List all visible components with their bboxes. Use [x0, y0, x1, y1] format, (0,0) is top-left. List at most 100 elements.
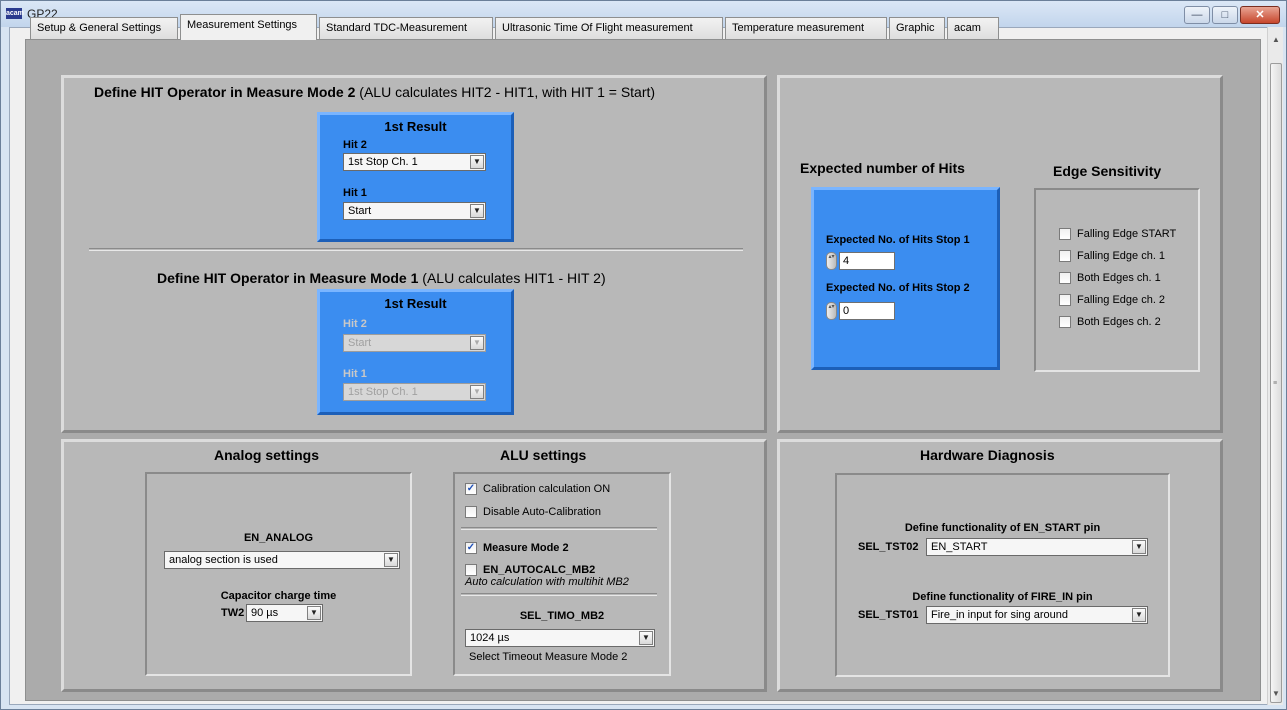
alu-heading: ALU settings [500, 447, 587, 463]
chevron-down-icon[interactable]: ▼ [639, 631, 653, 645]
checkbox-icon[interactable] [1059, 316, 1071, 328]
mode1-hit2-select: Start ▼ [343, 334, 486, 352]
analog-alu-panel: Analog settings EN_ANALOG analog section… [61, 439, 767, 692]
chevron-down-icon: ▼ [470, 336, 484, 350]
stop2-label: Expected No. of Hits Stop 2 [826, 282, 970, 294]
mode2-result-title: 1st Result [384, 119, 447, 134]
checkbox-icon[interactable] [1059, 294, 1071, 306]
mode1-heading-bold: Define HIT Operator in Measure Mode 1 [157, 270, 419, 286]
measurement-settings-page: Define HIT Operator in Measure Mode 2 (A… [25, 39, 1261, 701]
stop1-value[interactable]: 4 [839, 252, 895, 270]
mode2-hit2-label: Hit 2 [343, 139, 367, 151]
sel-timo-value: 1024 µs [470, 632, 510, 644]
chevron-down-icon[interactable]: ▼ [470, 155, 484, 169]
checkbox-checked-icon[interactable]: ✓ [465, 483, 477, 495]
tw2-value: 90 µs [251, 607, 279, 619]
tw2-label: TW2 [221, 607, 245, 619]
mode2-heading: Define HIT Operator in Measure Mode 2 (A… [94, 84, 655, 100]
en-autocalc-label: EN_AUTOCALC_MB2 [483, 564, 596, 576]
tab-standard-tdc[interactable]: Standard TDC-Measurement [319, 17, 493, 39]
tab-acam[interactable]: acam [947, 17, 999, 39]
mode2-hit2-select[interactable]: 1st Stop Ch. 1 ▼ [343, 153, 486, 171]
sel-timo-select[interactable]: 1024 µs ▼ [465, 629, 655, 647]
fire-in-title: Define functionality of FIRE_IN pin [912, 591, 1093, 603]
mode1-hit1-label: Hit 1 [343, 368, 367, 380]
chevron-down-icon[interactable]: ▼ [470, 204, 484, 218]
en-start-title: Define functionality of EN_START pin [904, 522, 1101, 534]
falling-edge-start-label: Falling Edge START [1077, 228, 1177, 240]
hardware-diagnosis-heading: Hardware Diagnosis [920, 447, 1055, 463]
chevron-down-icon[interactable]: ▼ [1132, 540, 1146, 554]
sel-tst01-select[interactable]: Fire_in input for sing around ▼ [926, 606, 1148, 624]
tab-ultrasonic-tof[interactable]: Ultrasonic Time Of Flight measurement [495, 17, 723, 39]
sel-tst02-select[interactable]: EN_START ▼ [926, 538, 1148, 556]
tab-measurement-settings[interactable]: Measurement Settings [180, 14, 317, 40]
tab-temperature[interactable]: Temperature measurement [725, 17, 887, 39]
calibration-calc-label: Calibration calculation ON [483, 483, 611, 495]
edge-sensitivity-heading: Edge Sensitivity [1053, 163, 1162, 179]
hardware-diagnosis-panel: Hardware Diagnosis Define functionality … [777, 439, 1223, 692]
tab-setup-general[interactable]: Setup & General Settings [30, 17, 178, 39]
sel-tst01-value: Fire_in input for sing around [931, 609, 1068, 621]
analog-heading: Analog settings [214, 447, 320, 463]
checkbox-icon[interactable] [465, 564, 477, 576]
scroll-down-icon[interactable]: ▼ [1272, 689, 1280, 698]
hit-operator-panel: Define HIT Operator in Measure Mode 2 (A… [61, 75, 767, 433]
alu-divider [461, 527, 657, 530]
checkbox-icon[interactable] [465, 506, 477, 518]
capacitor-charge-label: Capacitor charge time [220, 590, 337, 602]
expected-hits-heading: Expected number of Hits [800, 160, 965, 176]
en-analog-label: EN_ANALOG [243, 532, 314, 544]
mode1-hit2-value: Start [348, 337, 372, 349]
checkbox-checked-icon[interactable]: ✓ [465, 542, 477, 554]
spinner-icon[interactable]: ▴▾ [826, 302, 837, 320]
measure-mode2-label: Measure Mode 2 [483, 542, 569, 554]
autocalc-description: Auto calculation with multihit MB2 [465, 576, 629, 588]
checkbox-icon[interactable] [1059, 250, 1071, 262]
mode2-hit1-value: Start [348, 205, 372, 217]
hits-edge-panel: Expected number of Hits Expected No. of … [777, 75, 1223, 433]
chevron-down-icon[interactable]: ▼ [1132, 608, 1146, 622]
sel-timo-description: Select Timeout Measure Mode 2 [469, 651, 628, 663]
vertical-scrollbar[interactable]: ▲ ≡ ▼ [1267, 27, 1283, 705]
stop2-value[interactable]: 0 [839, 302, 895, 320]
expected-hits-box: Expected No. of Hits Stop 1 ▴▾ 4 Expecte… [811, 187, 1000, 370]
tw2-select[interactable]: 90 µs ▼ [246, 604, 323, 622]
chevron-down-icon[interactable]: ▼ [307, 606, 321, 620]
mode2-hit2-value: 1st Stop Ch. 1 [348, 156, 418, 168]
edge-sensitivity-box: Falling Edge START Falling Edge ch. 1 Bo… [1034, 188, 1200, 372]
checkbox-icon[interactable] [1059, 228, 1071, 240]
mode2-heading-desc: (ALU calculates HIT2 - HIT1, with HIT 1 … [359, 84, 656, 100]
minimize-button[interactable]: — [1184, 6, 1210, 24]
mode2-hit1-select[interactable]: Start ▼ [343, 202, 486, 220]
chevron-down-icon[interactable]: ▼ [384, 553, 398, 567]
chevron-down-icon: ▼ [470, 385, 484, 399]
checkbox-icon[interactable] [1059, 272, 1071, 284]
alu-divider [461, 593, 657, 596]
both-edges-ch2-label: Both Edges ch. 2 [1077, 316, 1161, 328]
tab-graphic[interactable]: Graphic [889, 17, 945, 39]
mode2-result-box: 1st Result Hit 2 1st Stop Ch. 1 ▼ Hit 1 … [317, 112, 514, 242]
close-button[interactable]: ✕ [1240, 6, 1280, 24]
grip-icon: ≡ [1273, 380, 1278, 387]
falling-edge-ch1-label: Falling Edge ch. 1 [1077, 250, 1166, 262]
mode2-heading-bold: Define HIT Operator in Measure Mode 2 [94, 84, 356, 100]
en-analog-select[interactable]: analog section is used ▼ [164, 551, 400, 569]
both-edges-ch1-label: Both Edges ch. 1 [1077, 272, 1161, 284]
mode1-result-box: 1st Result Hit 2 Start ▼ Hit 1 1st Stop … [317, 289, 514, 415]
falling-edge-ch2-label: Falling Edge ch. 2 [1077, 294, 1166, 306]
alu-settings-box: ✓ Calibration calculation ON Disable Aut… [453, 472, 671, 676]
stop1-label: Expected No. of Hits Stop 1 [826, 234, 970, 246]
sel-tst02-label: SEL_TST02 [858, 541, 919, 553]
sel-tst01-label: SEL_TST01 [858, 609, 919, 621]
app-window: acam GP22 — □ ✕ Setup & General Settings… [0, 0, 1287, 710]
en-analog-value: analog section is used [169, 554, 278, 566]
spinner-icon[interactable]: ▴▾ [826, 252, 837, 270]
maximize-button[interactable]: □ [1212, 6, 1238, 24]
mode1-result-title: 1st Result [384, 296, 447, 311]
scrollbar-thumb[interactable]: ≡ [1270, 63, 1282, 703]
disable-autocal-label: Disable Auto-Calibration [483, 506, 602, 518]
scroll-up-icon[interactable]: ▲ [1272, 35, 1280, 44]
hardware-diagnosis-box: Define functionality of EN_START pin SEL… [835, 473, 1170, 677]
analog-settings-box: EN_ANALOG analog section is used ▼ Capac… [145, 472, 412, 676]
